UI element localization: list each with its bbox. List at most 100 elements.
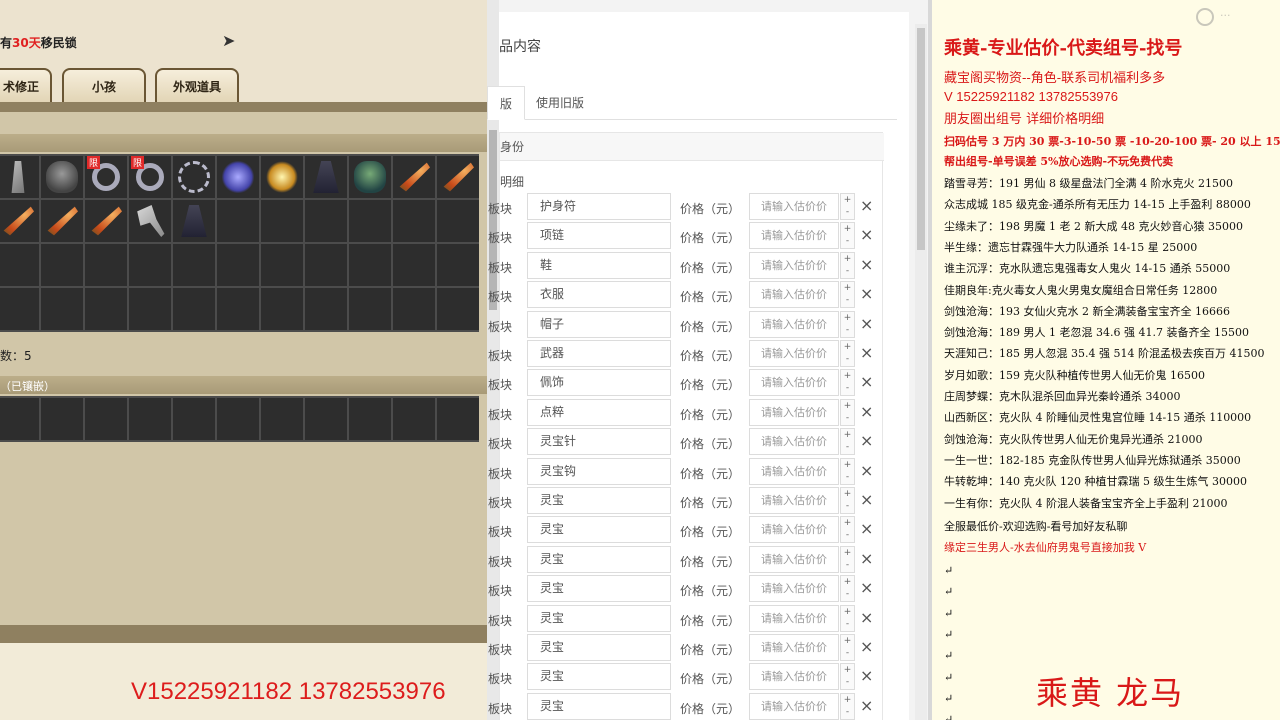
- inventory-slot[interactable]: [217, 244, 259, 286]
- tab-old-version[interactable]: 使用旧版: [524, 86, 596, 120]
- delete-row-button[interactable]: ×: [860, 549, 873, 568]
- inventory-slot[interactable]: [437, 398, 479, 440]
- stepper-up[interactable]: +: [841, 370, 854, 382]
- stepper-down[interactable]: -: [841, 294, 854, 306]
- inventory-slot[interactable]: [349, 288, 391, 330]
- price-stepper[interactable]: + -: [840, 193, 855, 220]
- inventory-slot[interactable]: [261, 244, 303, 286]
- inventory-slot[interactable]: [173, 244, 215, 286]
- right-scrollbar[interactable]: [915, 24, 927, 720]
- part-name-field[interactable]: 灵宝: [527, 487, 671, 514]
- price-input[interactable]: 请输入估价价: [749, 487, 839, 514]
- inventory-slot[interactable]: [217, 200, 259, 242]
- price-input[interactable]: 请输入估价价: [749, 193, 839, 220]
- delete-row-button[interactable]: ×: [860, 196, 873, 215]
- price-input[interactable]: 请输入估价价: [749, 398, 839, 426]
- stepper-down[interactable]: -: [841, 559, 854, 571]
- part-name-field[interactable]: 鞋: [527, 251, 671, 279]
- part-name-field[interactable]: 佩饰: [527, 369, 671, 397]
- stepper-up[interactable]: +: [841, 694, 854, 706]
- inventory-slot[interactable]: [437, 200, 479, 242]
- part-name-field[interactable]: 灵宝钩: [527, 457, 671, 485]
- stepper-up[interactable]: +: [841, 312, 854, 324]
- right-scrollbar-thumb[interactable]: [917, 28, 925, 250]
- inventory-slot[interactable]: [129, 244, 171, 286]
- price-stepper[interactable]: + -: [840, 251, 855, 279]
- price-stepper[interactable]: + -: [840, 692, 855, 720]
- stepper-up[interactable]: +: [841, 517, 854, 529]
- stepper-down[interactable]: -: [841, 471, 854, 483]
- stepper-down[interactable]: -: [841, 441, 854, 453]
- stepper-down[interactable]: -: [841, 706, 854, 718]
- price-stepper[interactable]: + -: [840, 634, 855, 661]
- inventory-slot[interactable]: [305, 398, 347, 440]
- price-input[interactable]: 请输入估价价: [749, 222, 839, 250]
- stepper-down[interactable]: -: [841, 382, 854, 394]
- inventory-slot[interactable]: [129, 398, 171, 440]
- price-input[interactable]: 请输入估价价: [749, 369, 839, 397]
- stepper-up[interactable]: +: [841, 635, 854, 647]
- inventory-slot[interactable]: [305, 244, 347, 286]
- price-input[interactable]: 请输入估价价: [749, 663, 839, 691]
- stepper-up[interactable]: +: [841, 400, 854, 412]
- price-stepper[interactable]: + -: [840, 545, 855, 573]
- inventory-slot[interactable]: [305, 200, 347, 242]
- inventory-slot[interactable]: [0, 398, 39, 440]
- tab-correction[interactable]: 术修正: [0, 68, 52, 102]
- price-input[interactable]: 请输入估价价: [749, 340, 839, 367]
- delete-row-button[interactable]: ×: [860, 255, 873, 274]
- stepper-down[interactable]: -: [841, 647, 854, 659]
- inventory-slot[interactable]: [85, 398, 127, 440]
- inventory-slot[interactable]: [305, 288, 347, 330]
- part-name-field[interactable]: 帽子: [527, 310, 671, 338]
- part-name-field[interactable]: 灵宝: [527, 663, 671, 691]
- stepper-up[interactable]: +: [841, 547, 854, 559]
- inventory-slot[interactable]: [173, 288, 215, 330]
- inventory-slot[interactable]: [393, 200, 435, 242]
- price-input[interactable]: 请输入估价价: [749, 251, 839, 279]
- inventory-slot[interactable]: [349, 398, 391, 440]
- stepper-up[interactable]: +: [841, 459, 854, 471]
- stepper-down[interactable]: -: [841, 353, 854, 365]
- stepper-up[interactable]: +: [841, 282, 854, 294]
- inventory-slot[interactable]: [129, 288, 171, 330]
- delete-row-button[interactable]: ×: [860, 343, 873, 362]
- price-input[interactable]: 请输入估价价: [749, 634, 839, 661]
- price-stepper[interactable]: + -: [840, 457, 855, 485]
- part-name-field[interactable]: 灵宝: [527, 545, 671, 573]
- tab-child[interactable]: 小孩: [62, 68, 146, 102]
- price-stepper[interactable]: + -: [840, 398, 855, 426]
- price-stepper[interactable]: + -: [840, 487, 855, 514]
- price-input[interactable]: 请输入估价价: [749, 604, 839, 632]
- stepper-down[interactable]: -: [841, 412, 854, 424]
- inventory-slot[interactable]: [349, 200, 391, 242]
- price-stepper[interactable]: + -: [840, 604, 855, 632]
- price-input[interactable]: 请输入估价价: [749, 457, 839, 485]
- inventory-slot[interactable]: [217, 156, 259, 198]
- delete-row-button[interactable]: ×: [860, 402, 873, 421]
- inventory-slot[interactable]: [437, 156, 479, 198]
- price-input[interactable]: 请输入估价价: [749, 545, 839, 573]
- price-stepper[interactable]: + -: [840, 516, 855, 544]
- stepper-up[interactable]: +: [841, 488, 854, 500]
- inventory-slot[interactable]: [85, 200, 127, 242]
- inventory-slot[interactable]: [393, 398, 435, 440]
- left-scrollbar-thumb[interactable]: [489, 130, 497, 310]
- stepper-down[interactable]: -: [841, 265, 854, 277]
- price-stepper[interactable]: + -: [840, 575, 855, 603]
- inventory-slot[interactable]: [41, 288, 83, 330]
- stepper-up[interactable]: +: [841, 253, 854, 265]
- delete-row-button[interactable]: ×: [860, 666, 873, 685]
- part-name-field[interactable]: 灵宝: [527, 575, 671, 603]
- inventory-slot[interactable]: [41, 156, 83, 198]
- price-input[interactable]: 请输入估价价: [749, 310, 839, 338]
- inventory-slot[interactable]: [41, 244, 83, 286]
- price-stepper[interactable]: + -: [840, 369, 855, 397]
- delete-row-button[interactable]: ×: [860, 490, 873, 509]
- inventory-slot[interactable]: [129, 200, 171, 242]
- stepper-up[interactable]: +: [841, 576, 854, 588]
- part-name-field[interactable]: 项链: [527, 222, 671, 250]
- price-stepper[interactable]: + -: [840, 663, 855, 691]
- stepper-down[interactable]: -: [841, 676, 854, 688]
- inventory-slot[interactable]: [173, 156, 215, 198]
